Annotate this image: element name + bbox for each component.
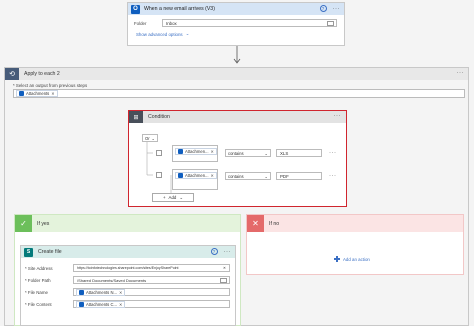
row-more-options-icon[interactable]: ···	[329, 150, 337, 156]
folder-path-label: * Folder Path	[25, 277, 51, 283]
operator-dropdown[interactable]: contains ⌄	[225, 149, 271, 157]
remove-token-icon[interactable]: ✕	[119, 302, 122, 307]
loop-icon: ⟲	[5, 68, 19, 80]
attachment-token-label: Attachmen...	[185, 149, 209, 154]
if-no-branch: ✕ If no Add an action	[246, 214, 464, 275]
trigger-header[interactable]: O When a new email arrives (V3) ? ···	[128, 3, 344, 15]
attachments-token[interactable]: Attachments ✕	[16, 90, 58, 97]
clear-icon[interactable]: ✕	[223, 266, 226, 270]
trigger-card[interactable]: O When a new email arrives (V3) ? ··· Fo…	[127, 2, 345, 46]
create-file-header[interactable]: S Create file ? ···	[21, 246, 235, 258]
site-address-label: * Site Address	[25, 265, 53, 271]
close-icon: ✕	[247, 215, 264, 232]
chevron-down-icon[interactable]: ⌄	[186, 31, 190, 37]
more-options-icon[interactable]: ···	[224, 249, 232, 255]
row-checkbox[interactable]	[156, 150, 162, 156]
folder-path-field[interactable]: /Shared Documents/Saved Documents	[73, 276, 230, 284]
attachment-token-label: Attachmen...	[185, 173, 209, 178]
file-name-token[interactable]: Attachments N... ✕	[76, 288, 126, 296]
add-action-icon	[334, 256, 340, 262]
add-action-label: Add an action	[343, 256, 370, 262]
folder-picker-icon[interactable]	[327, 20, 334, 26]
create-file-title: Create file	[38, 249, 62, 255]
plus-icon: +	[162, 195, 166, 200]
attachment-token[interactable]: Attachmen... ✕	[175, 148, 217, 155]
remove-token-icon[interactable]: ✕	[211, 149, 214, 154]
file-content-token[interactable]: Attachments C... ✕	[76, 300, 126, 308]
file-content-token-label: Attachments C...	[86, 301, 117, 307]
if-yes-header[interactable]: ✓ If yes	[15, 215, 240, 232]
file-content-label: * File Content	[25, 301, 52, 307]
folder-field[interactable]: Inbox	[162, 19, 337, 27]
if-yes-title: If yes	[37, 220, 50, 227]
chevron-down-icon: ⌄	[264, 173, 268, 179]
if-no-header[interactable]: ✕ If no	[247, 215, 463, 232]
outlook-token-icon	[19, 91, 24, 96]
operator-value: contains	[228, 150, 244, 156]
chevron-down-icon: ⌄	[264, 150, 268, 156]
outlook-token-icon	[178, 149, 183, 154]
help-icon[interactable]: ?	[210, 248, 218, 255]
add-label: Add	[168, 195, 177, 200]
sharepoint-icon: S	[24, 247, 33, 257]
condition-value-field[interactable]: XLS	[276, 149, 322, 157]
add-condition-button[interactable]: + Add ⌄	[152, 193, 194, 202]
select-output-field[interactable]: Attachments ✕	[13, 89, 465, 98]
operator-dropdown[interactable]: contains ⌄	[225, 172, 271, 180]
if-no-title: If no	[269, 220, 280, 227]
condition-left-operand[interactable]: Attachmen... ✕	[172, 169, 218, 190]
apply-more-options-icon[interactable]: ···	[457, 70, 465, 76]
outlook-token-icon	[79, 289, 84, 295]
file-content-field[interactable]: Attachments C... ✕	[73, 300, 230, 308]
condition-card[interactable]: ⊞ Condition ··· Or ⌄ Attachmen... ✕ cont…	[128, 110, 347, 207]
row-checkbox[interactable]	[156, 172, 162, 178]
chevron-down-icon: ⌄	[179, 194, 184, 200]
site-address-value: https://toinfotechnologies.sharepoint.co…	[77, 266, 179, 270]
row-more-options-icon[interactable]: ···	[329, 173, 337, 179]
select-output-label: * Select an output from previous steps	[13, 83, 88, 88]
folder-picker-icon[interactable]	[220, 277, 227, 283]
condition-value-field[interactable]: PDF	[276, 172, 322, 180]
file-name-label: * File Name	[25, 289, 48, 295]
outlook-token-icon	[79, 301, 84, 307]
file-name-field[interactable]: Attachments N... ✕	[73, 288, 230, 296]
attachment-token[interactable]: Attachmen... ✕	[175, 172, 217, 179]
remove-token-icon[interactable]: ✕	[119, 290, 122, 295]
create-file-card[interactable]: S Create file ? ··· * Site Address https…	[20, 245, 236, 326]
site-address-field[interactable]: https://toinfotechnologies.sharepoint.co…	[73, 264, 230, 272]
condition-value: XLS	[280, 150, 289, 156]
condition-value: PDF	[280, 173, 289, 179]
apply-to-each-title: Apply to each 2	[24, 71, 60, 77]
operator-value: contains	[228, 173, 244, 179]
folder-label: Folder	[134, 20, 147, 26]
folder-path-value: /Shared Documents/Saved Documents	[77, 277, 147, 283]
attachments-token-label: Attachments	[26, 91, 50, 96]
apply-to-each-header[interactable]: ⟲ Apply to each 2 ···	[5, 68, 468, 80]
trigger-title: When a new email arrives (V3)	[144, 6, 215, 12]
add-action-button[interactable]: Add an action	[333, 255, 370, 263]
condition-left-operand[interactable]: Attachmen... ✕	[172, 145, 218, 162]
show-advanced-options-link[interactable]: Show advanced options	[136, 32, 183, 37]
outlook-token-icon	[178, 173, 183, 178]
help-icon[interactable]: ?	[319, 5, 327, 12]
check-icon: ✓	[15, 215, 32, 232]
more-options-icon[interactable]: ···	[333, 6, 341, 12]
remove-token-icon[interactable]: ✕	[51, 91, 54, 96]
remove-token-icon[interactable]: ✕	[211, 173, 214, 178]
folder-value: Inbox	[166, 20, 177, 26]
file-name-token-label: Attachments N...	[86, 289, 117, 295]
outlook-icon: O	[131, 4, 140, 14]
